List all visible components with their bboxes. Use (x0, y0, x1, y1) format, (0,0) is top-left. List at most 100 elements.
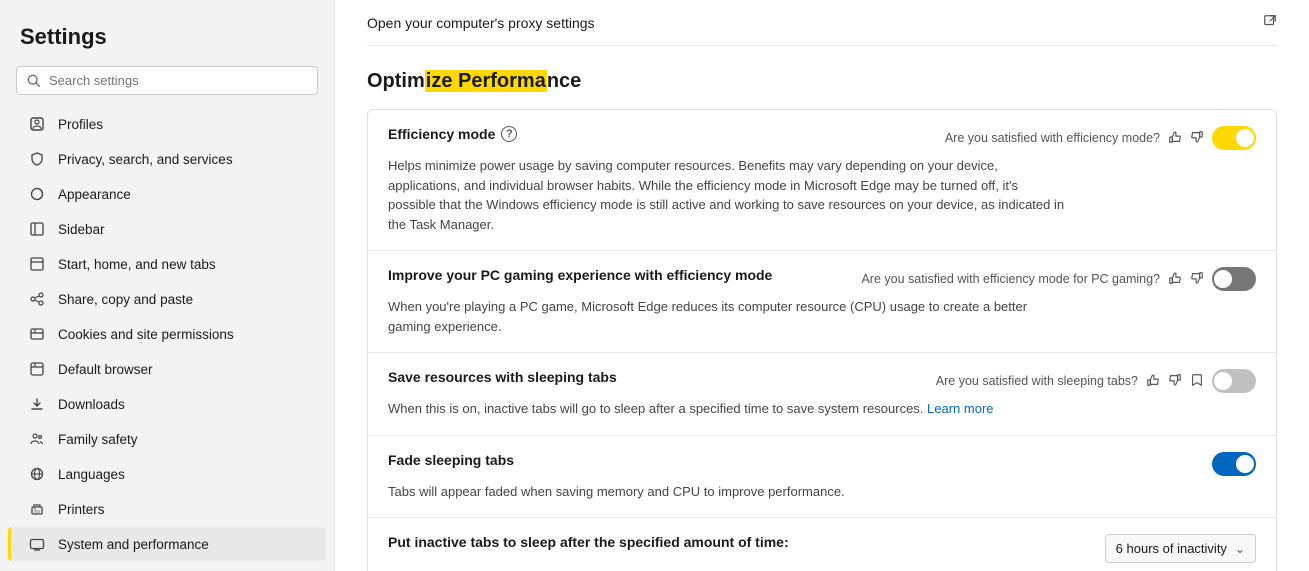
sidebar-label-system-performance: System and performance (58, 537, 209, 552)
card-sleeping-tabs: Save resources with sleeping tabs Are yo… (368, 353, 1276, 436)
external-link-icon[interactable] (1263, 14, 1277, 31)
main-content: Open your computer's proxy settings Opti… (335, 0, 1309, 571)
toggle-sleeping-tabs[interactable] (1212, 369, 1256, 393)
sidebar-item-printers[interactable]: Printers (8, 492, 326, 526)
card-title-gaming: Improve your PC gaming experience with e… (388, 267, 772, 283)
sidebar-label-family-safety: Family safety (58, 432, 138, 447)
sidebar-label-profiles: Profiles (58, 117, 103, 132)
sidebar-label-default-browser: Default browser (58, 362, 153, 377)
sidebar-icon (28, 220, 46, 238)
card-header-inactive: Put inactive tabs to sleep after the spe… (388, 534, 1256, 563)
satisfaction-text-gaming: Are you satisfied with efficiency mode f… (861, 272, 1160, 286)
home-icon (28, 255, 46, 273)
profile-icon (28, 115, 46, 133)
satisfaction-text-sleeping: Are you satisfied with sleeping tabs? (936, 374, 1138, 388)
card-efficiency-mode: Efficiency mode ? Are you satisfied with… (368, 110, 1276, 251)
card-description-sleeping: When this is on, inactive tabs will go t… (388, 399, 1068, 419)
fade-sleeping-label: Fade sleeping tabs (388, 452, 514, 468)
card-title-fade: Fade sleeping tabs (388, 452, 514, 468)
card-right-efficiency: Are you satisfied with efficiency mode? (945, 126, 1256, 150)
cards-group: Efficiency mode ? Are you satisfied with… (367, 109, 1277, 571)
sidebar-item-profiles[interactable]: Profiles (8, 107, 326, 141)
card-right-inactive: 6 hours of inactivity ⌄ (1105, 534, 1256, 563)
sidebar-label-appearance: Appearance (58, 187, 131, 202)
gaming-mode-label: Improve your PC gaming experience with e… (388, 267, 772, 283)
thumbs-up-icon-gaming[interactable] (1168, 271, 1182, 288)
inactivity-dropdown[interactable]: 6 hours of inactivity ⌄ (1105, 534, 1256, 563)
sidebar-label-privacy: Privacy, search, and services (58, 152, 233, 167)
card-description-fade: Tabs will appear faded when saving memor… (388, 482, 1068, 502)
card-right-sleeping: Are you satisfied with sleeping tabs? (936, 369, 1256, 393)
proxy-row: Open your computer's proxy settings (367, 0, 1277, 46)
proxy-label: Open your computer's proxy settings (367, 15, 595, 31)
download-icon (28, 395, 46, 413)
sidebar-item-sidebar[interactable]: Sidebar (8, 212, 326, 246)
sidebar: Settings Profiles Privacy, search, and s… (0, 0, 335, 571)
inactivity-value: 6 hours of inactivity (1116, 541, 1227, 556)
sidebar-item-reset-settings[interactable]: Reset settings (8, 562, 326, 571)
printers-icon (28, 500, 46, 518)
satisfaction-text-efficiency: Are you satisfied with efficiency mode? (945, 131, 1160, 145)
sidebar-label-downloads: Downloads (58, 397, 125, 412)
sidebar-label-sidebar: Sidebar (58, 222, 105, 237)
card-title-sleeping: Save resources with sleeping tabs (388, 369, 617, 385)
thumbs-up-icon-sleeping[interactable] (1146, 373, 1160, 390)
inactive-tabs-label: Put inactive tabs to sleep after the spe… (388, 534, 789, 550)
toggle-thumb-efficiency (1236, 129, 1254, 147)
sidebar-label-printers: Printers (58, 502, 105, 517)
family-icon (28, 430, 46, 448)
sidebar-item-default-browser[interactable]: Default browser (8, 352, 326, 386)
sleeping-tabs-label: Save resources with sleeping tabs (388, 369, 617, 385)
card-header-fade: Fade sleeping tabs (388, 452, 1256, 476)
cookies-icon (28, 325, 46, 343)
sidebar-label-share-copy: Share, copy and paste (58, 292, 193, 307)
sidebar-title: Settings (0, 16, 334, 66)
sidebar-item-share-copy[interactable]: Share, copy and paste (8, 282, 326, 316)
privacy-icon (28, 150, 46, 168)
card-header-gaming: Improve your PC gaming experience with e… (388, 267, 1256, 291)
toggle-fade-sleeping[interactable] (1212, 452, 1256, 476)
card-header-efficiency: Efficiency mode ? Are you satisfied with… (388, 126, 1256, 150)
section-heading: Optimize Performance (367, 70, 1277, 93)
card-title-inactive: Put inactive tabs to sleep after the spe… (388, 534, 789, 550)
toggle-thumb-fade (1236, 455, 1254, 473)
sidebar-item-downloads[interactable]: Downloads (8, 387, 326, 421)
browser-icon (28, 360, 46, 378)
sidebar-item-appearance[interactable]: Appearance (8, 177, 326, 211)
sidebar-item-privacy[interactable]: Privacy, search, and services (8, 142, 326, 176)
learn-more-link[interactable]: Learn more (927, 401, 993, 416)
sidebar-item-family-safety[interactable]: Family safety (8, 422, 326, 456)
sidebar-item-languages[interactable]: Languages (8, 457, 326, 491)
thumbs-down-icon-efficiency[interactable] (1190, 130, 1204, 147)
sidebar-item-cookies[interactable]: Cookies and site permissions (8, 317, 326, 351)
sidebar-item-system-performance[interactable]: System and performance (8, 527, 326, 561)
section-heading-highlight: ize Performa (425, 70, 547, 92)
sidebar-label-start-home: Start, home, and new tabs (58, 257, 216, 272)
card-right-fade (1212, 452, 1256, 476)
question-icon-efficiency[interactable]: ? (501, 126, 517, 142)
thumbs-down-icon-gaming[interactable] (1190, 271, 1204, 288)
thumbs-down-icon-sleeping[interactable] (1168, 373, 1182, 390)
search-input[interactable] (49, 73, 307, 88)
card-title-efficiency: Efficiency mode ? (388, 126, 517, 142)
system-icon (28, 535, 46, 553)
search-icon (27, 74, 41, 88)
efficiency-mode-label: Efficiency mode (388, 126, 495, 142)
thumbs-up-icon-efficiency[interactable] (1168, 130, 1182, 147)
sidebar-label-languages: Languages (58, 467, 125, 482)
bookmark-icon-sleeping[interactable] (1190, 373, 1204, 390)
toggle-efficiency-mode[interactable] (1212, 126, 1256, 150)
card-fade-sleeping: Fade sleeping tabs Tabs will appear fade… (368, 436, 1276, 519)
toggle-thumb-gaming (1214, 270, 1232, 288)
card-pc-gaming: Improve your PC gaming experience with e… (368, 251, 1276, 353)
languages-icon (28, 465, 46, 483)
sidebar-item-start-home[interactable]: Start, home, and new tabs (8, 247, 326, 281)
card-right-gaming: Are you satisfied with efficiency mode f… (861, 267, 1256, 291)
share-icon (28, 290, 46, 308)
card-description-gaming: When you're playing a PC game, Microsoft… (388, 297, 1068, 336)
card-header-sleeping: Save resources with sleeping tabs Are yo… (388, 369, 1256, 393)
toggle-gaming-mode[interactable] (1212, 267, 1256, 291)
card-inactive-tabs: Put inactive tabs to sleep after the spe… (368, 518, 1276, 571)
toggle-thumb-sleeping (1214, 372, 1232, 390)
search-box[interactable] (16, 66, 318, 95)
